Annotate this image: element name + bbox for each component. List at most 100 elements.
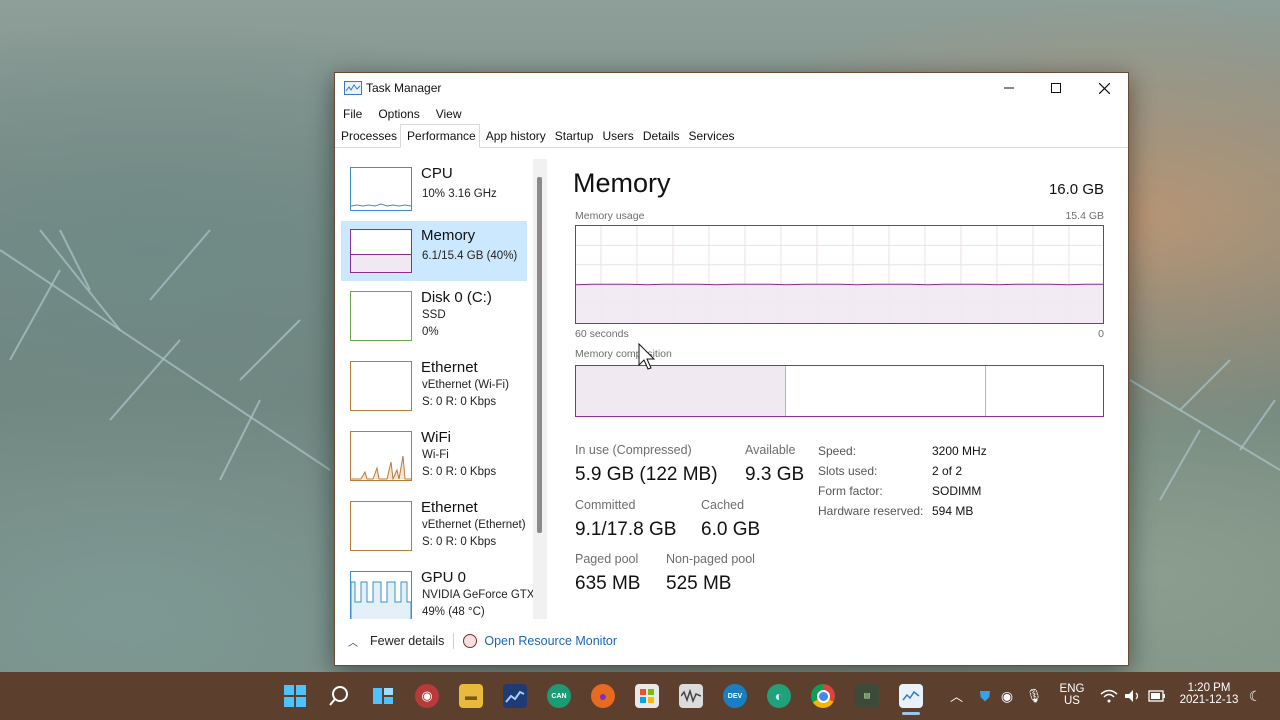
footer-divider [453, 633, 455, 649]
task-manager-taskbar-button[interactable] [899, 684, 923, 708]
task-manager-window: Task Manager File Options View Processes… [334, 72, 1129, 666]
footer: ︿ Fewer details Open Resource Monitor [335, 628, 1128, 654]
maximize-button[interactable] [1033, 73, 1079, 103]
sidebar-scrollbar[interactable] [533, 159, 547, 619]
microsoft-store-button[interactable] [635, 684, 659, 708]
chevron-up-icon[interactable]: ︿ [348, 634, 358, 649]
memory-thumbnail [350, 229, 412, 273]
clock-date: 2021-12-13 [1179, 694, 1239, 706]
sidebar-item-label: WiFi [421, 429, 451, 446]
sidebar-item-detail: SSD [422, 309, 446, 321]
security-tray-button[interactable]: ⛊ [973, 684, 997, 708]
sidebar-item-disk[interactable]: Disk 0 (C:) SSD 0% [341, 283, 527, 343]
speed-value: 3200 MHz [932, 444, 987, 458]
start-button[interactable] [283, 684, 307, 708]
menu-options[interactable]: Options [370, 107, 427, 121]
form-factor-value: SODIMM [932, 484, 982, 498]
podcast-app-button[interactable]: ◉ [415, 684, 439, 708]
clock[interactable]: 1:20 PM 2021-12-13 [1178, 682, 1240, 706]
sidebar-item-memory[interactable]: Memory 6.1/15.4 GB (40%) [341, 221, 527, 281]
audio-app-button[interactable] [679, 684, 703, 708]
tab-app-history[interactable]: App history [480, 125, 549, 147]
open-resource-monitor-link[interactable]: Open Resource Monitor [484, 634, 617, 648]
region-code: US [1064, 695, 1080, 707]
cpu-thumbnail [350, 167, 412, 211]
time-axis-start: 60 seconds [575, 328, 629, 340]
sidebar-item-wifi[interactable]: WiFi Wi-Fi S: 0 R: 0 Kbps [341, 423, 527, 483]
title-bar[interactable]: Task Manager [335, 73, 1128, 103]
tab-details[interactable]: Details [637, 125, 683, 147]
sidebar-item-detail: S: 0 R: 0 Kbps [422, 396, 497, 408]
window-title: Task Manager [366, 81, 442, 95]
chrome-button[interactable] [811, 684, 835, 708]
record-icon: ◉ [1000, 687, 1014, 704]
fewer-details-button[interactable]: Fewer details [370, 634, 444, 648]
search-icon [329, 686, 348, 706]
sidebar-item-label: CPU [421, 165, 453, 182]
available-label: Available [745, 443, 796, 457]
terminal-app-button[interactable]: ▤ [855, 684, 879, 708]
total-memory: 16.0 GB [1048, 181, 1104, 198]
sidebar-item-detail: 49% (48 °C) [422, 606, 485, 618]
composition-in-use [576, 366, 782, 416]
edge-canary-button[interactable]: CAN [547, 684, 571, 708]
tab-services[interactable]: Services [683, 125, 738, 147]
maximize-icon [1051, 83, 1061, 93]
close-button[interactable] [1081, 73, 1127, 103]
language-indicator[interactable]: ENG US [1058, 683, 1086, 707]
sidebar-item-ethernet[interactable]: Ethernet vEthernet (Ethernet) S: 0 R: 0 … [341, 493, 527, 553]
tab-startup[interactable]: Startup [549, 125, 597, 147]
memory-usage-fill [576, 284, 1103, 323]
performance-sidebar: CPU 10% 3.16 GHz Memory 6.1/15.4 GB (40%… [335, 159, 535, 619]
battery-button[interactable] [1145, 684, 1169, 708]
form-factor-label: Form factor: [818, 484, 883, 498]
firefox-button[interactable]: ● [591, 684, 615, 708]
sidebar-item-ethernet-wifi[interactable]: Ethernet vEthernet (Wi-Fi) S: 0 R: 0 Kbp… [341, 353, 527, 413]
hardware-reserved-value: 594 MB [932, 504, 974, 518]
stocks-app-button[interactable] [503, 684, 527, 708]
tab-processes[interactable]: Processes [335, 125, 400, 147]
menu-file[interactable]: File [335, 107, 370, 121]
file-explorer-button[interactable]: ▬ [459, 684, 483, 708]
edge-button[interactable]: ◐ [767, 684, 791, 708]
slots-used-label: Slots used: [818, 464, 878, 478]
edge-dev-icon: DEV [727, 692, 743, 700]
sidebar-item-label: Ethernet [421, 359, 478, 376]
sidebar-item-detail: Wi-Fi [422, 449, 449, 461]
task-view-button[interactable] [371, 684, 395, 708]
sidebar-item-detail: NVIDIA GeForce GTX [422, 589, 535, 601]
tab-users[interactable]: Users [596, 125, 636, 147]
committed-value: 9.1/17.8 GB [575, 519, 677, 540]
search-button[interactable] [327, 684, 351, 708]
taskbar: ◉ ▬ CAN ● DEV ◐ ▤ ︿ ⛊ ◉ 🎙 ENG US 1:20 PM… [0, 672, 1280, 720]
shield-icon: ⛊ [979, 687, 991, 704]
edge-icon: ◐ [774, 688, 784, 704]
menu-bar: File Options View [335, 103, 1128, 125]
speaker-icon [1125, 690, 1139, 702]
sidebar-item-gpu[interactable]: GPU 0 NVIDIA GeForce GTX 49% (48 °C) [341, 563, 534, 619]
edge-canary-icon: CAN [551, 692, 567, 700]
minimize-button[interactable] [986, 73, 1032, 103]
sidebar-item-label: GPU 0 [421, 569, 467, 586]
volume-button[interactable] [1121, 684, 1145, 708]
scrollbar-thumb[interactable] [537, 177, 542, 533]
sidebar-item-cpu[interactable]: CPU 10% 3.16 GHz [341, 159, 527, 219]
sidebar-item-detail: 10% 3.16 GHz [422, 188, 497, 200]
show-hidden-icons-button[interactable]: ︿ [950, 686, 963, 705]
resource-monitor-icon [463, 634, 478, 648]
menu-view[interactable]: View [428, 107, 470, 121]
focus-assist-button[interactable]: ☾ [1243, 684, 1267, 708]
memory-usage-graph [575, 225, 1104, 324]
windows-logo-icon [284, 685, 306, 707]
memory-usage-max: 15.4 GB [1065, 210, 1104, 222]
network-button[interactable] [1097, 684, 1121, 708]
edge-dev-button[interactable]: DEV [723, 684, 747, 708]
terminal-icon: ▤ [864, 691, 870, 701]
sidebar-item-detail: vEthernet (Ethernet) [422, 519, 526, 531]
paged-pool-value: 635 MB [575, 573, 641, 594]
obs-tray-button[interactable]: ◉ [995, 684, 1019, 708]
sidebar-item-detail: 6.1/15.4 GB (40%) [422, 250, 518, 262]
tab-performance[interactable]: Performance [400, 124, 480, 148]
microphone-button[interactable]: 🎙 [1022, 684, 1046, 708]
sidebar-item-detail: 0% [422, 326, 439, 338]
